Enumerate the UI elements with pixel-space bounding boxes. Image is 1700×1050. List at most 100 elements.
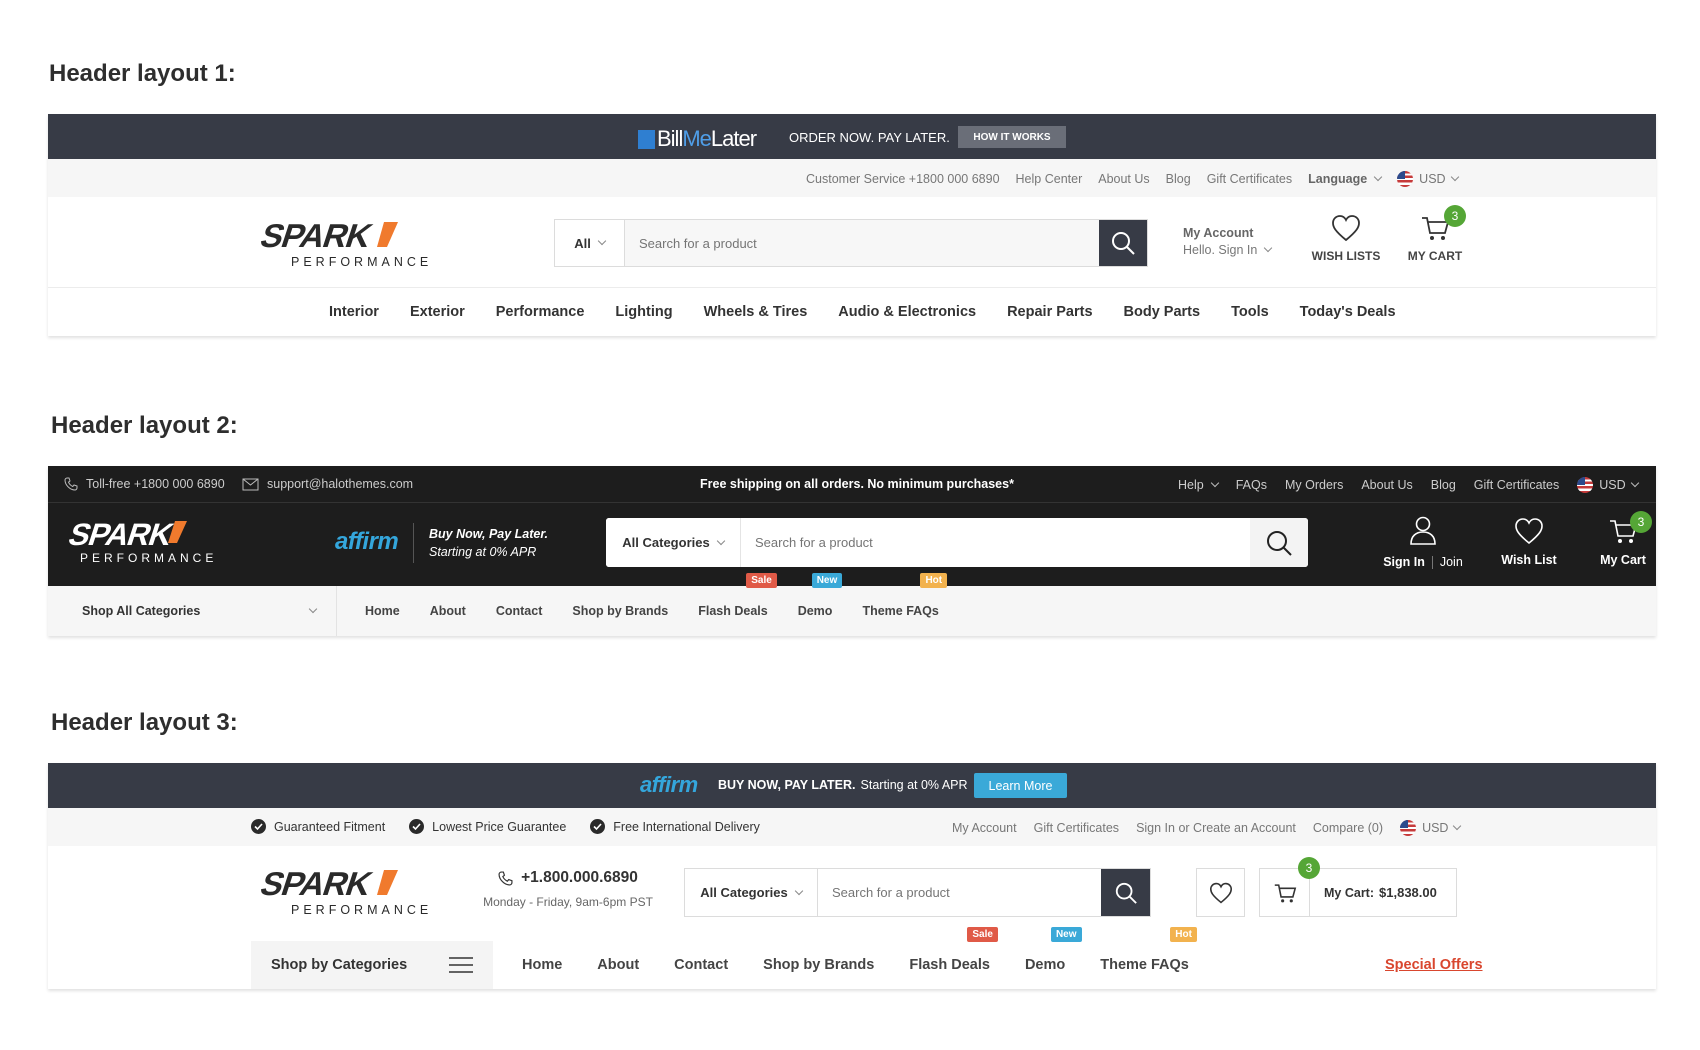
header-layout-2: Toll-free +1800 000 6890 support@halothe… — [48, 466, 1656, 636]
toplink-my-account[interactable]: My Account — [952, 821, 1017, 835]
spark-logo[interactable]: SPARK PERFORMANCE — [253, 868, 463, 916]
cart-button[interactable]: 3 My Cart: $1,838.00 — [1259, 857, 1457, 917]
search-button[interactable] — [1099, 220, 1147, 266]
nav-performance[interactable]: Performance — [496, 304, 585, 320]
search-button[interactable] — [1250, 518, 1308, 567]
phone-number[interactable]: +1.800.000.6890 — [521, 869, 638, 887]
spark-logo[interactable]: SPARK PERFORMANCE — [63, 519, 238, 565]
shop-all-categories-dropdown[interactable]: Shop All Categories — [65, 586, 337, 636]
toplink-customer-service[interactable]: Customer Service +1800 000 6890 — [806, 172, 1000, 186]
nav-flash-deals[interactable]: Flash Deals Sale — [698, 573, 777, 618]
shop-by-categories-dropdown[interactable]: Shop by Categories — [251, 941, 493, 989]
language-select[interactable]: Language — [1308, 172, 1383, 186]
toplink-about-us[interactable]: About Us — [1098, 172, 1149, 186]
nav-demo[interactable]: Demo New — [798, 573, 843, 618]
nav-repair-parts[interactable]: Repair Parts — [1007, 304, 1092, 320]
wishlist-button[interactable] — [1196, 868, 1245, 917]
chevron-down-icon — [1373, 172, 1383, 182]
main-header-row: SPARK PERFORMANCE affirm Buy Now, Pay La… — [48, 503, 1656, 586]
currency-select[interactable]: USD — [1400, 820, 1462, 836]
nav-shop-by-brands[interactable]: Shop by Brands — [572, 604, 668, 618]
nav-about[interactable]: About — [430, 604, 466, 618]
new-tag: New — [811, 573, 843, 588]
nav-theme-faqs[interactable]: Theme FAQs Hot — [862, 573, 948, 618]
help-dropdown[interactable]: Help — [1178, 478, 1219, 492]
nav-about[interactable]: About — [597, 957, 639, 973]
chevron-down-icon — [716, 536, 725, 545]
nav-lighting[interactable]: Lighting — [615, 304, 672, 320]
affirm-logo: affirm — [640, 772, 698, 797]
feature-lowest-price: Lowest Price Guarantee — [409, 819, 566, 834]
join-link[interactable]: Join — [1440, 555, 1463, 569]
header-layout-3: affirm BUY NOW, PAY LATER. Starting at 0… — [48, 763, 1656, 989]
search-icon — [1267, 530, 1292, 556]
affirm-promo-bar: affirm BUY NOW, PAY LATER. Starting at 0… — [48, 763, 1656, 808]
learn-more-button[interactable]: Learn More — [974, 773, 1067, 798]
nav-home[interactable]: Home — [522, 957, 562, 973]
toplink-compare[interactable]: Compare (0) — [1313, 821, 1383, 835]
nav-home[interactable]: Home — [365, 604, 400, 618]
wish-lists-link[interactable]: WISH LISTS — [1306, 214, 1386, 263]
how-it-works-button[interactable]: HOW IT WORKS — [958, 126, 1066, 148]
nav-shop-by-brands[interactable]: Shop by Brands — [763, 957, 874, 973]
nav-wheels-tires[interactable]: Wheels & Tires — [704, 304, 808, 320]
wish-list-link[interactable]: Wish List — [1494, 517, 1564, 567]
search-category-select[interactable]: All Categories — [606, 518, 741, 567]
search-button[interactable] — [1101, 869, 1150, 916]
svg-text:SPARK: SPARK — [64, 519, 178, 552]
sign-in-link[interactable]: Sign In — [1383, 555, 1425, 569]
new-tag: New — [1050, 927, 1082, 942]
top-info-bar: Toll-free +1800 000 6890 support@halothe… — [48, 466, 1656, 503]
nav-exterior[interactable]: Exterior — [410, 304, 465, 320]
toplink-sign-in[interactable]: Sign In or Create an Account — [1136, 821, 1296, 835]
chevron-down-icon — [597, 236, 607, 246]
nav-audio-electronics[interactable]: Audio & Electronics — [838, 304, 976, 320]
nav-flash-deals[interactable]: Flash Deals Sale — [909, 927, 998, 973]
nav-contact[interactable]: Contact — [496, 604, 543, 618]
search-category-select[interactable]: All — [555, 220, 625, 266]
nav-tools[interactable]: Tools — [1231, 304, 1269, 320]
toplink-help-center[interactable]: Help Center — [1016, 172, 1083, 186]
phone-block: +1.800.000.6890 Monday - Friday, 9am-6pm… — [482, 869, 654, 909]
my-cart-link[interactable]: My Cart 3 — [1593, 511, 1653, 567]
header-layout-1: Bill Me Later ORDER NOW. PAY LATER. HOW … — [48, 114, 1656, 336]
email-info[interactable]: support@halothemes.com — [242, 477, 413, 491]
search-input[interactable] — [818, 869, 1101, 916]
cart-total: $1,838.00 — [1379, 885, 1437, 900]
billmelater-logo: Bill Me Later — [638, 126, 757, 152]
category-nav: Shop All Categories Home About Contact S… — [48, 573, 1656, 636]
my-cart-link[interactable]: MY CART 3 — [1400, 205, 1470, 263]
toplink-my-orders[interactable]: My Orders — [1285, 478, 1343, 492]
toplink-faqs[interactable]: FAQs — [1236, 478, 1267, 492]
main-nav: Interior Exterior Performance Lighting W… — [48, 288, 1656, 336]
hamburger-menu-icon — [449, 957, 473, 973]
us-flag-icon — [1400, 820, 1417, 836]
search-input[interactable] — [741, 518, 1250, 567]
special-offers-link[interactable]: Special Offers — [1385, 957, 1483, 973]
toplink-blog[interactable]: Blog — [1431, 478, 1456, 492]
nav-demo[interactable]: Demo New — [1025, 927, 1082, 973]
nav-body-parts[interactable]: Body Parts — [1124, 304, 1201, 320]
toplink-about-us[interactable]: About Us — [1361, 478, 1412, 492]
search-category-select[interactable]: All Categories — [685, 869, 818, 916]
currency-select[interactable]: USD — [1577, 477, 1639, 493]
my-account[interactable]: My Account Hello. Sign In — [1183, 226, 1273, 257]
nav-interior[interactable]: Interior — [329, 304, 379, 320]
toplink-gift-certificates[interactable]: Gift Certificates — [1474, 478, 1559, 492]
check-icon — [251, 819, 266, 834]
svg-text:PERFORMANCE: PERFORMANCE — [291, 255, 432, 268]
phone-icon — [64, 477, 78, 491]
toplink-gift-certificates[interactable]: Gift Certificates — [1207, 172, 1292, 186]
nav-theme-faqs[interactable]: Theme FAQs Hot — [1100, 927, 1197, 973]
spark-logo[interactable]: SPARK PERFORMANCE — [253, 220, 463, 268]
hot-tag: Hot — [1170, 927, 1197, 942]
affirm-promo: Buy Now, Pay Later. Starting at 0% APR — [429, 527, 549, 559]
nav-contact[interactable]: Contact — [674, 957, 728, 973]
search-input[interactable] — [625, 220, 1099, 266]
nav-todays-deals[interactable]: Today's Deals — [1300, 304, 1396, 320]
currency-select[interactable]: USD — [1397, 171, 1459, 187]
main-header-row: SPARK PERFORMANCE All My Account Hello. … — [48, 197, 1656, 288]
toplink-gift-certificates[interactable]: Gift Certificates — [1034, 821, 1119, 835]
section-title-1: Header layout 1: — [49, 60, 236, 87]
toplink-blog[interactable]: Blog — [1166, 172, 1191, 186]
